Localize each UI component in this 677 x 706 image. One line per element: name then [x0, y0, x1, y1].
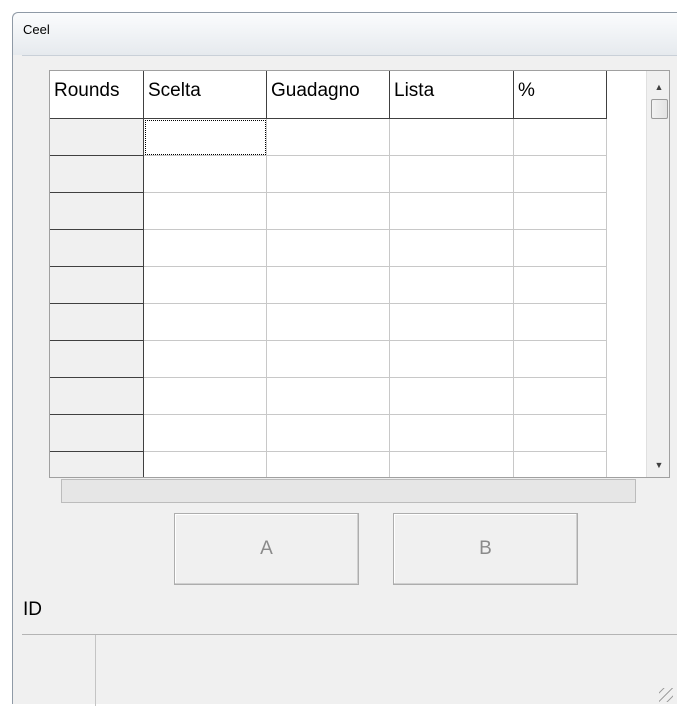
table-cell[interactable] — [267, 452, 390, 477]
row-header[interactable] — [50, 193, 144, 230]
table-cell[interactable] — [514, 193, 607, 230]
column-header[interactable]: % — [514, 71, 607, 119]
column-header-label: % — [518, 80, 535, 101]
table-cell[interactable] — [390, 452, 514, 477]
table-cell[interactable] — [390, 378, 514, 415]
data-grid[interactable]: Rounds Scelta Guadagno Lista% ▲ ▼ — [49, 70, 670, 478]
status-bar — [22, 634, 677, 706]
table-cell[interactable] — [144, 267, 267, 304]
table-cell[interactable] — [514, 415, 607, 452]
table-cell[interactable] — [144, 452, 267, 477]
resize-grip-icon[interactable] — [659, 688, 673, 702]
column-header-label: Scelta — [148, 80, 201, 101]
table-cell[interactable] — [514, 304, 607, 341]
table-cell[interactable] — [390, 230, 514, 267]
table-cell[interactable] — [267, 415, 390, 452]
row-header[interactable] — [50, 156, 144, 193]
table-cell[interactable] — [514, 267, 607, 304]
table-cell[interactable] — [144, 193, 267, 230]
table-cell[interactable] — [144, 304, 267, 341]
table-cell[interactable] — [514, 341, 607, 378]
column-header[interactable]: Scelta — [144, 71, 267, 119]
table-cell[interactable] — [390, 304, 514, 341]
table-cell[interactable] — [144, 378, 267, 415]
vertical-scrollbar[interactable]: ▲ ▼ — [646, 71, 669, 477]
table-cell[interactable] — [267, 378, 390, 415]
window-title: Ceel — [23, 22, 50, 37]
column-header-label: Lista — [394, 80, 435, 101]
row-header[interactable] — [50, 341, 144, 378]
column-header-label: Guadagno — [271, 80, 360, 101]
table-cell[interactable] — [267, 341, 390, 378]
table-cell[interactable] — [267, 193, 390, 230]
row-header[interactable] — [50, 304, 144, 341]
arrow-up-icon[interactable]: ▲ — [647, 75, 669, 99]
table-cell[interactable] — [144, 156, 267, 193]
table-cell[interactable] — [390, 267, 514, 304]
table-cell[interactable] — [144, 341, 267, 378]
button-a[interactable]: A — [174, 513, 359, 585]
table-cell[interactable] — [267, 267, 390, 304]
row-header[interactable] — [50, 415, 144, 452]
table-cell[interactable] — [514, 230, 607, 267]
column-header[interactable]: Lista — [390, 71, 514, 119]
table-cell[interactable] — [390, 119, 514, 156]
table-cell[interactable] — [267, 156, 390, 193]
column-header-label: Rounds — [54, 80, 120, 101]
column-header[interactable]: Guadagno — [267, 71, 390, 119]
row-header[interactable] — [50, 230, 144, 267]
arrow-down-icon[interactable]: ▼ — [647, 453, 669, 477]
row-header[interactable] — [50, 119, 144, 156]
scrollbar-thumb[interactable] — [651, 99, 668, 119]
title-bar[interactable]: Ceel — [13, 13, 677, 55]
table-cell[interactable] — [390, 415, 514, 452]
id-label: ID — [23, 599, 42, 620]
table-cell[interactable] — [390, 341, 514, 378]
app-window: Ceel Rounds Scelta Guadagno Lista% ▲ ▼ A B … — [12, 12, 677, 706]
table-cell[interactable] — [144, 230, 267, 267]
row-header[interactable] — [50, 267, 144, 304]
table-cell[interactable] — [267, 304, 390, 341]
table-cell[interactable] — [390, 193, 514, 230]
table-cell[interactable] — [514, 452, 607, 477]
button-b[interactable]: B — [393, 513, 578, 585]
table-cell[interactable] — [144, 119, 267, 156]
table-cell[interactable] — [267, 119, 390, 156]
row-header[interactable] — [50, 378, 144, 415]
table-cell[interactable] — [390, 156, 514, 193]
table-cell[interactable] — [514, 119, 607, 156]
table-cell[interactable] — [514, 156, 607, 193]
status-pane-1 — [22, 635, 96, 706]
frame-divider — [22, 55, 677, 56]
table-cell[interactable] — [267, 230, 390, 267]
table-cell[interactable] — [144, 415, 267, 452]
row-header[interactable] — [50, 452, 144, 477]
table-cell[interactable] — [514, 378, 607, 415]
column-header[interactable]: Rounds — [50, 71, 144, 119]
progress-bar — [61, 479, 636, 503]
